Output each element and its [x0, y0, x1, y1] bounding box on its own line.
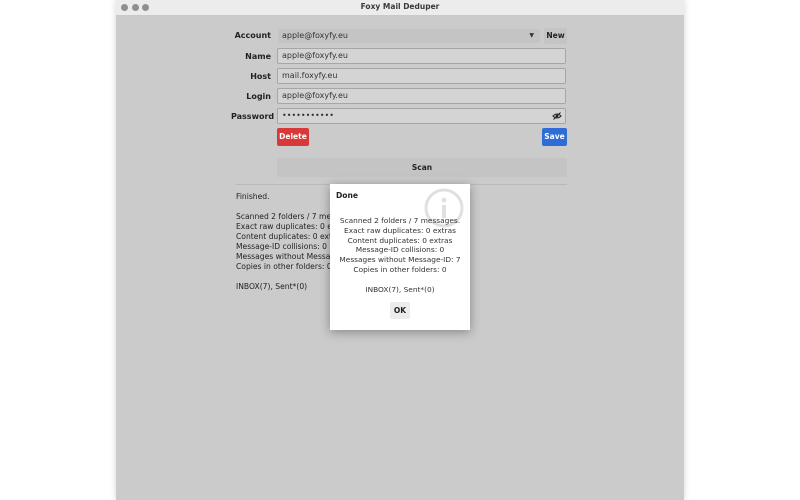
dialog-line: Message-ID collisions: 0	[355, 245, 445, 255]
dialog-line: Scanned 2 folders / 7 messages.	[339, 216, 461, 225]
done-dialog: Done Scanned 2 folders / 7 messages. Exa…	[330, 184, 470, 330]
dialog-line: INBOX(7), Sent*(0)	[365, 284, 435, 294]
ok-button[interactable]: OK	[390, 302, 410, 319]
dialog-line: Exact raw duplicates: 0 extras	[344, 225, 456, 235]
dialog-message: Scanned 2 folders / 7 messages. Exact ra…	[330, 216, 470, 294]
dialog-line: Copies in other folders: 0	[353, 264, 447, 274]
dialog-title: Done	[336, 191, 359, 200]
dialog-line: Content duplicates: 0 extras	[347, 235, 453, 245]
app-window: Foxy Mail Deduper Account apple@foxyfy.e…	[116, 0, 684, 500]
dialog-line: Messages without Message-ID: 7	[339, 255, 461, 265]
dialog-line	[330, 275, 470, 285]
modal-overlay: Done Scanned 2 folders / 7 messages. Exa…	[116, 0, 684, 500]
